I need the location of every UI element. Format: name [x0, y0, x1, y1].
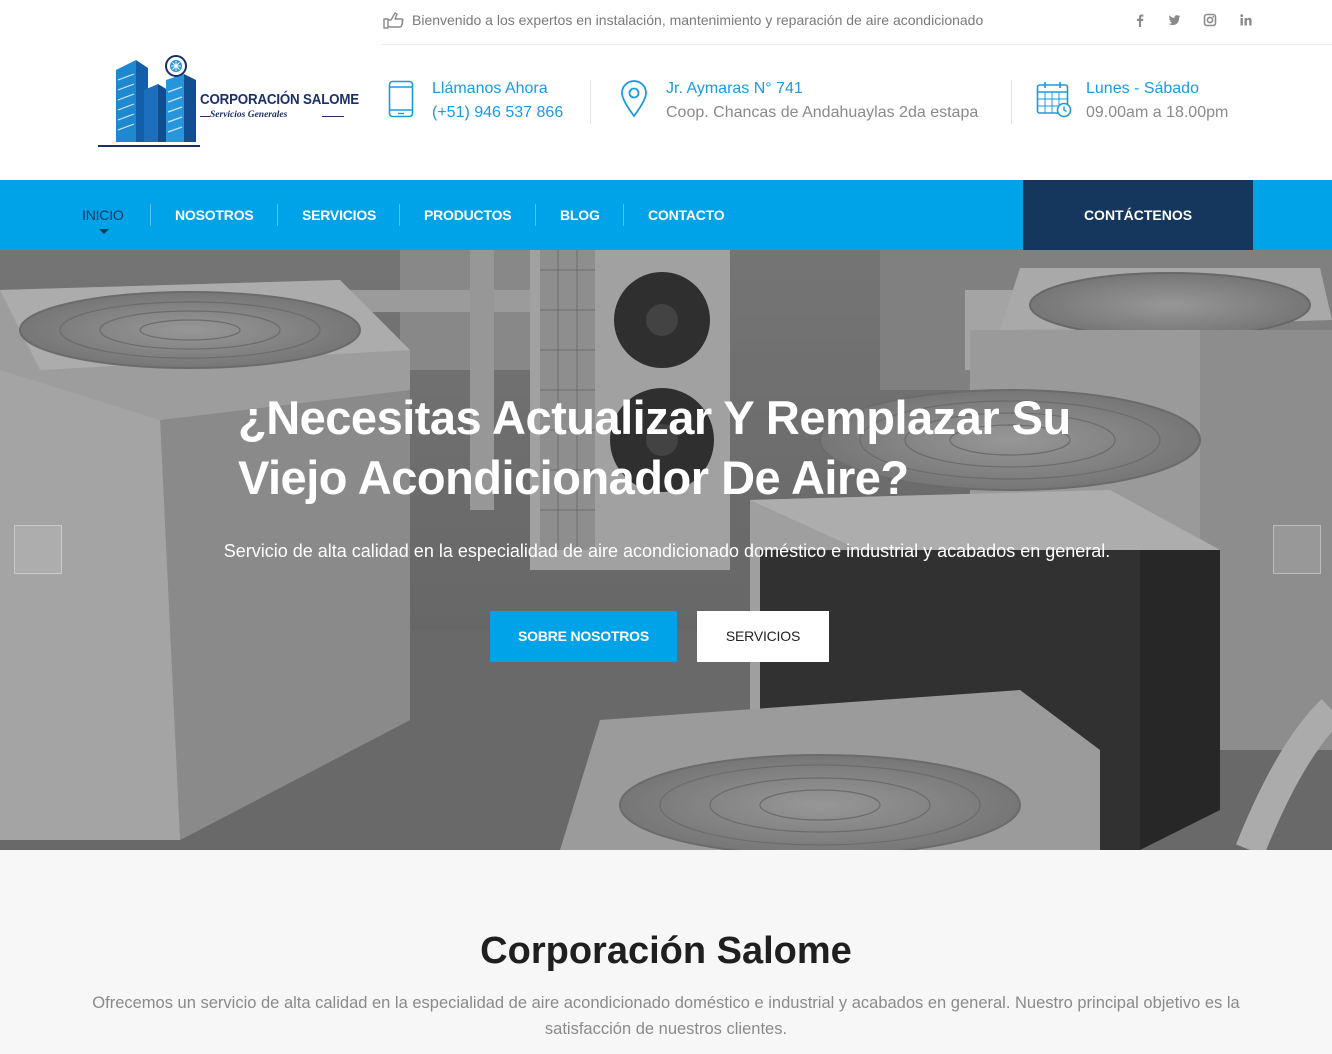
- logo-buildings-icon: [98, 55, 212, 147]
- info-address-sub: Coop. Chancas de Andahuaylas 2da estapa: [666, 104, 979, 121]
- nav-item-label: INICIO: [82, 207, 124, 223]
- nav-separator: [535, 204, 536, 226]
- nav-separator: [150, 204, 151, 226]
- main-nav: INICIO NOSOTROS SERVICIOS PRODUCTOS BLOG…: [0, 180, 1332, 250]
- nav-separator: [399, 204, 400, 226]
- about-text: Ofrecemos un servicio de alta calidad en…: [92, 994, 1240, 1038]
- info-phone[interactable]: Llámanos Ahora (+51) 946 537 866: [388, 76, 578, 132]
- location-pin-icon: [621, 80, 647, 118]
- info-hours-title: Lunes - Sábado: [1086, 80, 1199, 97]
- site-header: CORPORACIÓN SALOME Servicios Generales B…: [0, 0, 1332, 180]
- nav-item-blog[interactable]: BLOG: [560, 180, 600, 250]
- caret-down-icon: [99, 229, 109, 234]
- slider-prev-button[interactable]: [14, 525, 62, 574]
- about-section: Corporación Salome Ofrecemos un servicio…: [0, 850, 1332, 1054]
- phone-icon: [388, 80, 414, 118]
- nav-item-productos[interactable]: PRODUCTOS: [424, 180, 512, 250]
- linkedin-icon[interactable]: [1238, 12, 1254, 28]
- nav-item-contacto[interactable]: CONTACTO: [648, 180, 725, 250]
- nav-separator: [277, 204, 278, 226]
- nav-item-nosotros[interactable]: NOSOTROS: [175, 180, 254, 250]
- info-hours: Lunes - Sábado 09.00am a 18.00pm: [1036, 76, 1266, 132]
- info-address-title: Jr. Aymaras N° 741: [666, 80, 803, 97]
- info-address: Jr. Aymaras N° 741 Coop. Chancas de Anda…: [620, 76, 1000, 132]
- logo-rule-right: [322, 116, 344, 117]
- hero-subtitle: Servicio de alta calidad en la especiali…: [223, 541, 1111, 561]
- top-bar: Bienvenido a los expertos en instalación…: [382, 0, 1332, 45]
- contact-cta-button[interactable]: CONTÁCTENOS: [1023, 180, 1253, 250]
- logo-rule-left: [200, 116, 210, 117]
- about-title: Corporación Salome: [480, 930, 852, 972]
- info-hours-sub: 09.00am a 18.00pm: [1086, 104, 1229, 121]
- hero-title: ¿Necesitas Actualizar Y Remplazar Su Vie…: [238, 391, 1071, 504]
- nav-item-servicios[interactable]: SERVICIOS: [302, 180, 376, 250]
- nav-separator: [623, 204, 624, 226]
- nav-item-inicio[interactable]: INICIO: [82, 180, 124, 250]
- logo-tagline: Servicios Generales: [210, 110, 288, 120]
- hero-slider: ¿Necesitas Actualizar Y Remplazar Su Vie…: [0, 250, 1332, 850]
- info-phone-title: Llámanos Ahora: [432, 80, 548, 97]
- twitter-icon[interactable]: [1166, 12, 1182, 28]
- logo[interactable]: CORPORACIÓN SALOME Servicios Generales: [96, 50, 360, 150]
- info-divider: [590, 80, 591, 124]
- info-divider: [1011, 80, 1012, 124]
- instagram-icon[interactable]: [1202, 12, 1218, 28]
- about-us-button[interactable]: SOBRE NOSOTROS: [490, 611, 677, 662]
- logo-name: CORPORACIÓN SALOME: [200, 92, 360, 108]
- facebook-icon[interactable]: [1132, 12, 1148, 28]
- welcome-message: Bienvenido a los expertos en instalación…: [412, 12, 984, 28]
- info-phone-number[interactable]: (+51) 946 537 866: [432, 104, 563, 122]
- services-button[interactable]: SERVICIOS: [697, 611, 829, 662]
- pointing-hand-icon: [383, 12, 404, 29]
- calendar-icon: [1036, 82, 1072, 118]
- slider-next-button[interactable]: [1273, 525, 1321, 574]
